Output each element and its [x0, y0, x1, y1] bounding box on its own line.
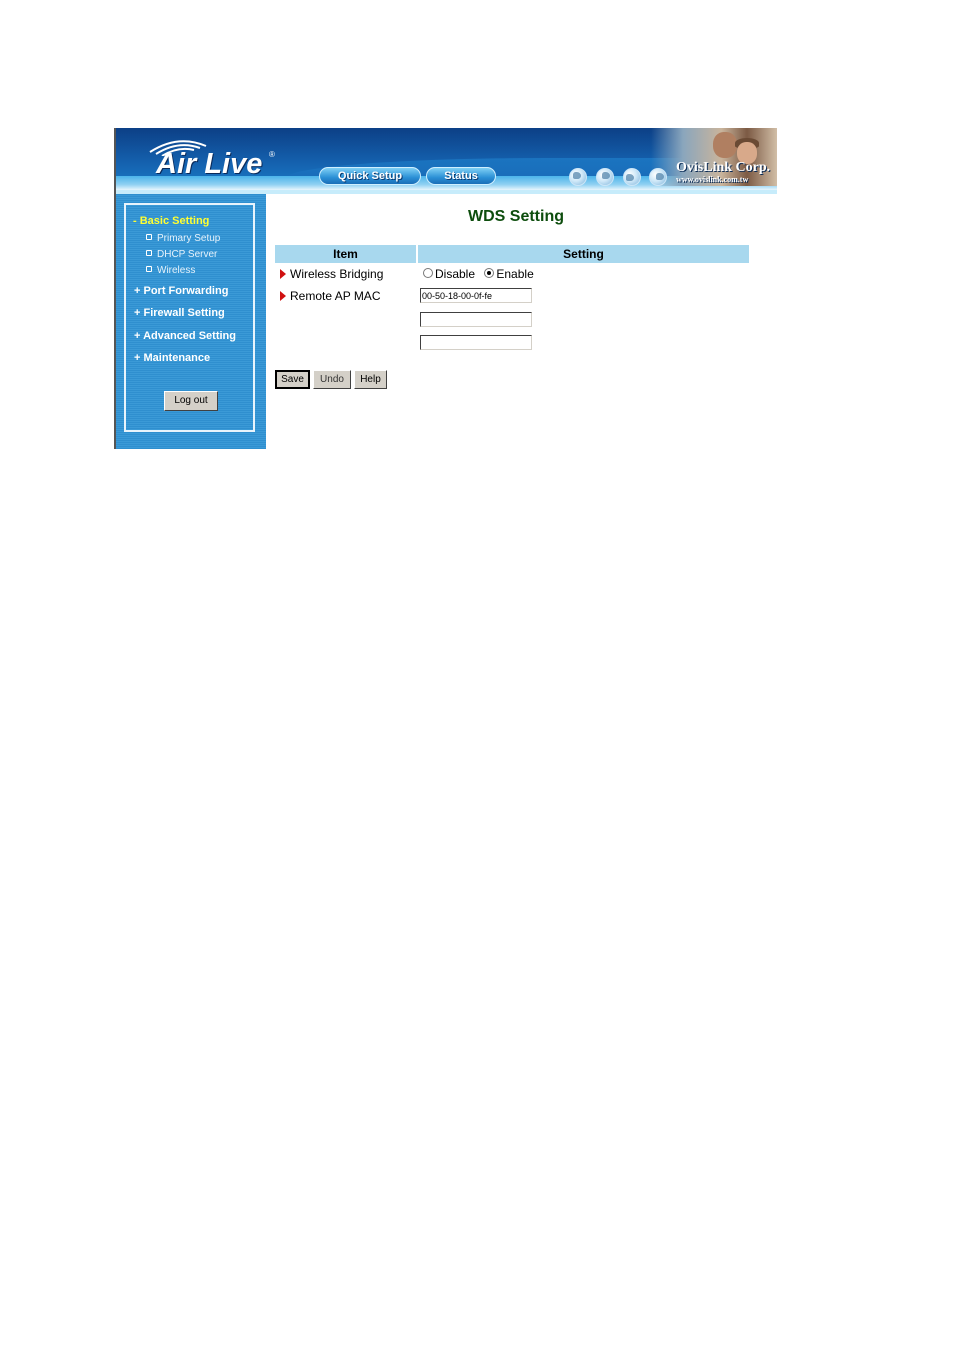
remote-ap-mac-input-1[interactable]	[420, 288, 532, 303]
sidebar-item-advanced-setting[interactable]: + Advanced Setting	[134, 330, 236, 342]
corp-url: www.ovislink.com.tw	[676, 175, 749, 184]
row-label-wireless-bridging: Wireless Bridging	[280, 267, 383, 281]
table-header: Item Setting	[275, 245, 749, 263]
globe-africa-icon[interactable]	[596, 168, 614, 186]
router-admin-frame: Air Live ® Quick Setup Status OvisLink C…	[114, 128, 777, 449]
row-label-remote-ap-mac: Remote AP MAC	[280, 289, 380, 303]
globe-americas-icon[interactable]	[569, 168, 587, 186]
column-header-item: Item	[275, 245, 416, 263]
corp-name: OvisLink Corp.	[676, 160, 771, 175]
sidebar-item-firewall-setting[interactable]: + Firewall Setting	[134, 307, 225, 319]
bullet-icon	[146, 266, 152, 272]
header-banner: Air Live ® Quick Setup Status OvisLink C…	[114, 128, 777, 194]
sidebar-subitem-primary-setup[interactable]: Primary Setup	[146, 233, 220, 244]
page-title: WDS Setting	[468, 208, 564, 225]
help-button[interactable]: Help	[354, 370, 387, 389]
globe-asia-icon[interactable]	[649, 168, 667, 186]
undo-button[interactable]: Undo	[313, 370, 351, 389]
sidebar-item-port-forwarding[interactable]: + Port Forwarding	[134, 285, 228, 297]
airlive-logo: Air Live ®	[136, 136, 286, 180]
label-text: Wireless Bridging	[290, 267, 384, 281]
arrow-right-icon	[280, 291, 286, 301]
subitem-label: DHCP Server	[157, 249, 218, 260]
corp-branding: OvisLink Corp. www.ovislink.com.tw	[676, 160, 770, 185]
label-text: Remote AP MAC	[290, 289, 381, 303]
sidebar-item-maintenance[interactable]: + Maintenance	[134, 352, 210, 364]
sidebar-subitem-wireless[interactable]: Wireless	[146, 265, 195, 276]
radio-disable[interactable]	[423, 268, 433, 278]
logo-text: Air Live	[156, 148, 263, 180]
radio-enable-label: Enable	[496, 267, 534, 281]
subitem-label: Wireless	[157, 265, 196, 276]
radio-disable-label: Disable	[435, 267, 476, 281]
main-content: WDS Setting Item Setting Wireless Bridgi…	[266, 194, 777, 449]
sidebar-subitem-dhcp-server[interactable]: DHCP Server	[146, 249, 217, 260]
sidebar-menu-box: - Basic Setting Primary Setup DHCP Serve…	[124, 203, 255, 432]
radio-enable[interactable]	[484, 268, 495, 278]
logout-button[interactable]: Log out	[164, 391, 218, 411]
wireless-bridging-radio-group: Disable Enable	[423, 267, 534, 281]
bullet-icon	[146, 234, 152, 240]
arrow-right-icon	[280, 269, 286, 279]
remote-ap-mac-input-3[interactable]	[420, 335, 532, 350]
bullet-icon	[146, 250, 152, 256]
status-button[interactable]: Status	[426, 167, 496, 185]
sidebar: - Basic Setting Primary Setup DHCP Serve…	[114, 194, 266, 449]
quick-setup-button[interactable]: Quick Setup	[319, 167, 421, 185]
photo-person-man	[713, 132, 737, 158]
globe-americas-icon[interactable]	[623, 168, 641, 186]
column-header-setting: Setting	[418, 245, 749, 263]
remote-ap-mac-input-2[interactable]	[420, 312, 532, 327]
save-button[interactable]: Save	[275, 370, 310, 389]
registered-mark: ®	[269, 150, 275, 159]
sidebar-item-basic-setting[interactable]: - Basic Setting	[133, 215, 209, 227]
subitem-label: Primary Setup	[157, 233, 221, 244]
